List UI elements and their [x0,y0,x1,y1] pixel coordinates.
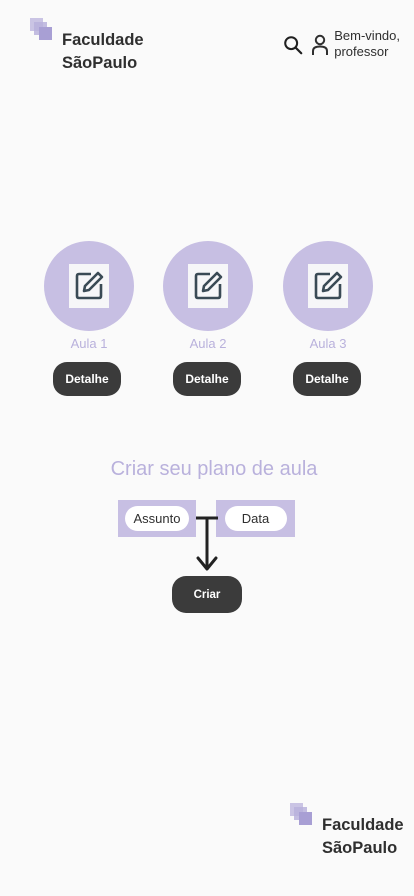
welcome-line-1: Bem-vindo, [334,28,400,43]
logo-text: Faculdade SãoPaulo [62,29,144,75]
detalhe-button-aula-2[interactable]: Detalhe [173,362,241,396]
criar-button[interactable]: Criar [172,576,242,613]
data-input[interactable]: Data [224,506,287,531]
plan-title: Criar seu plano de aula [110,458,318,480]
assunto-input[interactable]: Assunto [125,506,189,531]
welcome-text: Bem-vindo, professor [334,28,400,60]
aula-label: Aula 1 [70,336,108,351]
logo-text: Faculdade SãoPaulo [322,814,404,860]
arrow-down-icon [196,516,218,571]
aula-card-1: Aula 1 [44,241,134,352]
data-field[interactable]: Data [216,500,295,537]
logo-line-1: Faculdade [322,816,404,834]
assunto-field[interactable]: Assunto [118,500,196,537]
edit-note-icon [69,264,109,308]
footer-logo[interactable]: Faculdade SãoPaulo [290,803,404,860]
logo-line-1: Faculdade [62,31,144,49]
detalhe-button-aula-3[interactable]: Detalhe [293,362,361,396]
user-icon[interactable] [310,34,330,56]
welcome-line-2: professor [334,44,389,59]
aula-label: Aula 3 [309,336,347,351]
aula-circle[interactable] [163,241,253,331]
logo-squares-icon [290,803,314,827]
aula-circle[interactable] [44,241,134,331]
header-actions: Bem-vindo, professor [282,28,400,60]
search-icon[interactable] [282,34,304,56]
aula-circle[interactable] [283,241,373,331]
header-logo[interactable]: Faculdade SãoPaulo [30,18,144,75]
logo-squares-icon [30,18,54,42]
aula-card-3: Aula 3 [283,241,373,352]
edit-note-icon [308,264,348,308]
logo-line-2: SãoPaulo [62,54,138,72]
aula-card-2: Aula 2 [163,241,253,352]
logo-line-2: SãoPaulo [322,839,398,857]
detalhe-button-aula-1[interactable]: Detalhe [53,362,121,396]
aula-label: Aula 2 [189,336,227,351]
edit-note-icon [188,264,228,308]
